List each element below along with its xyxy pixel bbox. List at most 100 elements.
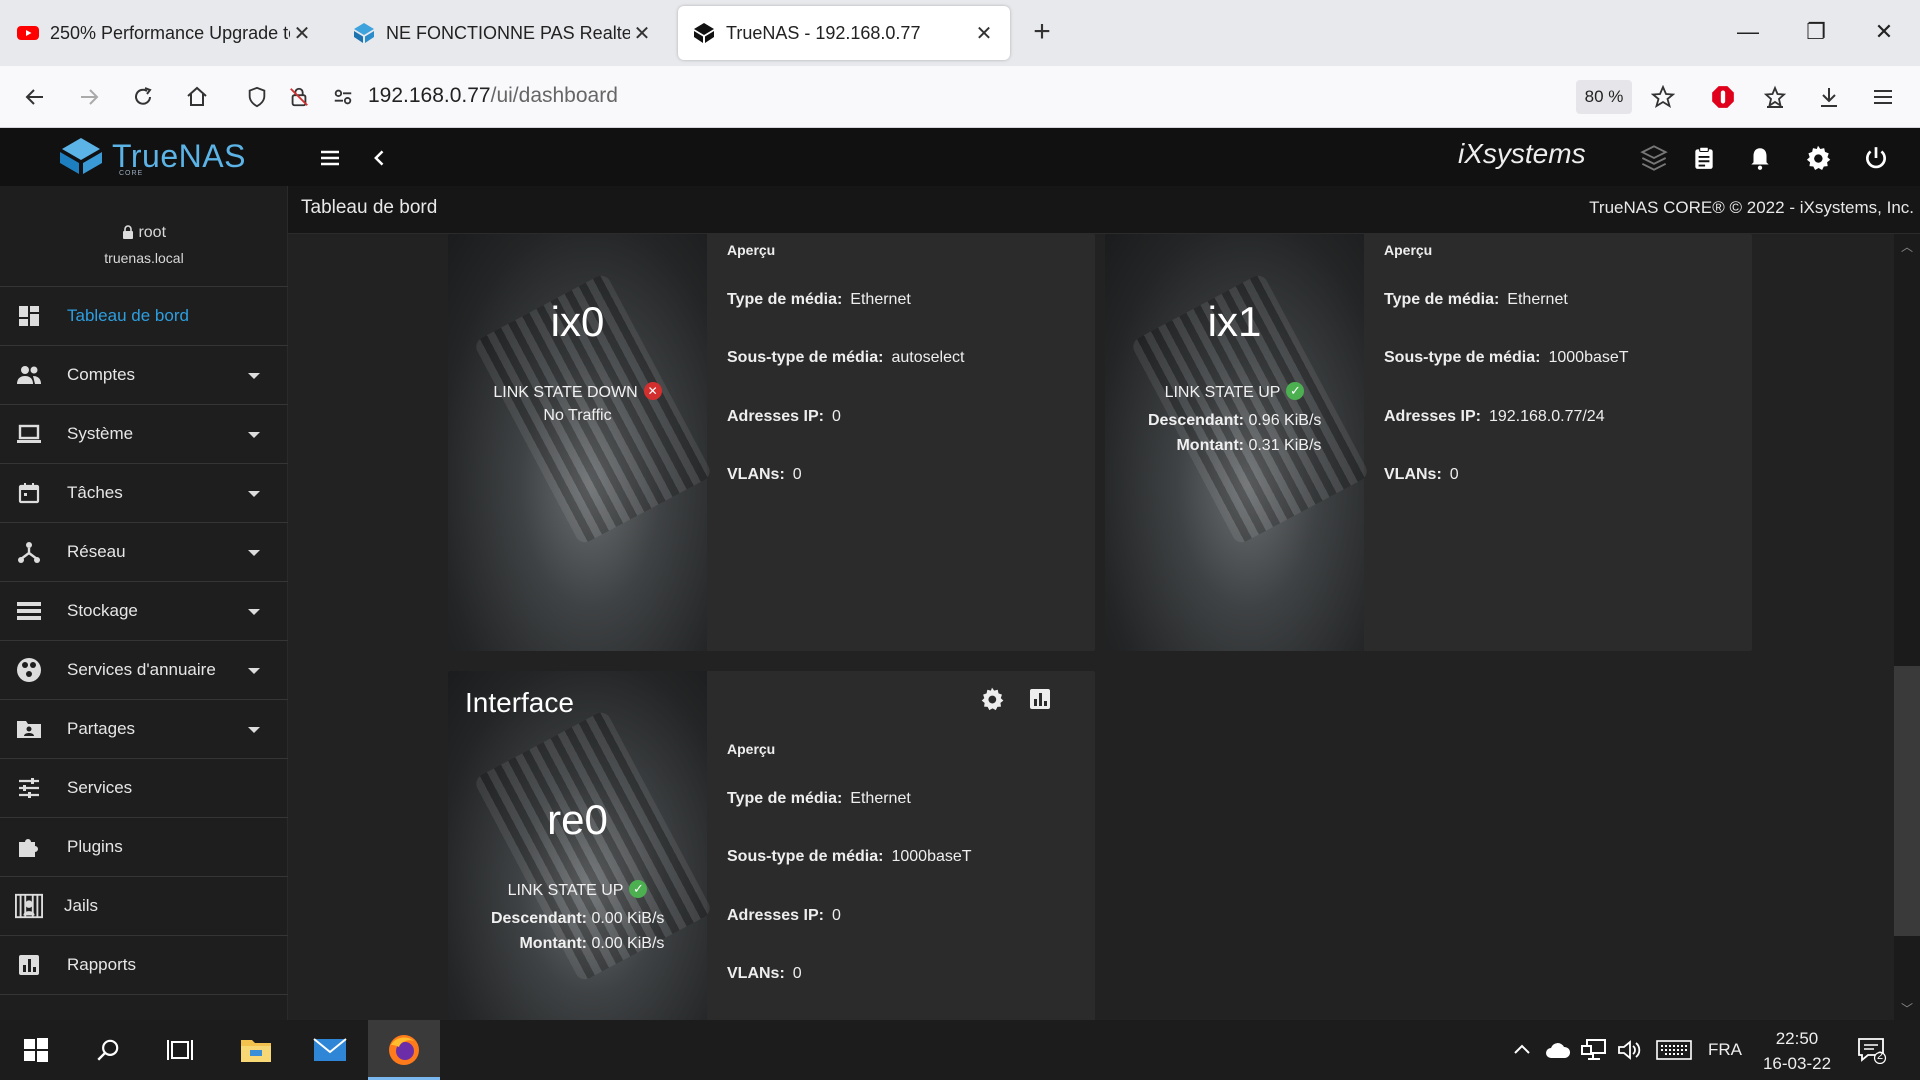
onedrive-cloud-icon[interactable]	[1538, 1030, 1578, 1070]
browser-menu-icon[interactable]	[1866, 80, 1900, 114]
sidebar-item-reports[interactable]: Rapports	[0, 936, 288, 995]
input-language[interactable]: FRA	[1708, 1040, 1742, 1060]
media-type-value: Ethernet	[1507, 291, 1568, 308]
ixsystems-logo[interactable]: iXsystems	[1458, 138, 1586, 170]
interface-reports-chart-icon[interactable]	[1026, 685, 1054, 713]
browser-tab-truenas[interactable]: TrueNAS - 192.168.0.77 ✕	[678, 6, 1010, 60]
system-clock[interactable]: 22:50 16-03-22	[1760, 1026, 1834, 1076]
sidebar-item-jails[interactable]: Jails	[0, 877, 288, 936]
media-subtype-row: Sous-type de média: autoselect	[727, 349, 964, 367]
forward-button[interactable]	[72, 80, 106, 114]
network-icon	[15, 538, 43, 566]
firefox-icon[interactable]	[384, 1030, 424, 1070]
close-tab-icon[interactable]: ✕	[290, 21, 314, 46]
ip-addresses-value: 0	[831, 408, 841, 425]
media-subtype-label: Sous-type de média:	[727, 848, 884, 865]
down-rate-row: Descendant: 0.00 KiB/s	[448, 910, 707, 928]
tasks-clipboard-icon[interactable]	[1688, 142, 1720, 174]
restore-button[interactable]: ❐	[1796, 14, 1836, 50]
task-view-icon[interactable]	[160, 1030, 200, 1070]
sidebar-item-label: Stockage	[67, 601, 138, 620]
windows-start-icon[interactable]	[16, 1030, 56, 1070]
search-icon[interactable]	[88, 1030, 128, 1070]
network-status-icon[interactable]	[1574, 1030, 1614, 1070]
chevron-down-icon	[248, 609, 260, 615]
zoom-level[interactable]: 80 %	[1576, 80, 1632, 114]
up-rate-value: 0.00 KiB/s	[591, 935, 665, 952]
back-button[interactable]	[18, 80, 52, 114]
download-icon[interactable]	[1812, 80, 1846, 114]
volume-icon[interactable]	[1610, 1030, 1650, 1070]
truenas-logo-icon[interactable]	[58, 136, 104, 176]
vlans-value: 0	[792, 965, 802, 982]
media-type-value: Ethernet	[850, 291, 911, 308]
bookmark-star-icon[interactable]	[1646, 80, 1680, 114]
chevron-down-icon	[248, 491, 260, 497]
minimize-button[interactable]: —	[1728, 14, 1768, 50]
collapse-sidebar-icon[interactable]	[364, 142, 396, 174]
chevron-down-icon	[248, 668, 260, 674]
clock-date: 16-03-22	[1762, 1054, 1832, 1073]
power-icon[interactable]	[1860, 142, 1892, 174]
truecommand-icon[interactable]	[1638, 142, 1670, 174]
bookmarks-icon[interactable]	[1758, 80, 1792, 114]
sidebar-item-network[interactable]: Réseau	[0, 523, 288, 582]
insecure-lock-icon[interactable]	[282, 80, 316, 114]
accounts-icon	[15, 361, 43, 389]
reload-icon[interactable]	[126, 80, 160, 114]
url-path: /ui/dashboard	[490, 84, 618, 107]
ip-addresses-row: Adresses IP: 0	[727, 408, 841, 426]
tray-overflow-chevron-icon[interactable]	[1502, 1030, 1542, 1070]
sidebar: root truenas.local Tableau de bord Compt…	[0, 186, 288, 1020]
sidebar-item-services[interactable]: Services	[0, 759, 288, 818]
browser-tab-youtube[interactable]: 250% Performance Upgrade to ✕	[2, 6, 328, 60]
sidebar-item-dashboard[interactable]: Tableau de bord	[0, 287, 288, 346]
settings-gear-icon[interactable]	[1802, 142, 1834, 174]
sidebar-item-storage[interactable]: Stockage	[0, 582, 288, 641]
app-header	[0, 128, 1920, 186]
ip-addresses-row: Adresses IP: 192.168.0.77/24	[1384, 408, 1605, 426]
sidebar-item-system[interactable]: Système	[0, 405, 288, 464]
sidebar-item-directory-services[interactable]: Services d'annuaire	[0, 641, 288, 700]
adblock-icon[interactable]	[1706, 80, 1740, 114]
new-tab-button[interactable]: +	[1028, 14, 1056, 52]
close-tab-icon[interactable]: ✕	[972, 21, 996, 46]
shield-icon[interactable]	[240, 80, 274, 114]
address-bar[interactable]: 192.168.0.77/ui/dashboard	[368, 84, 618, 108]
sidebar-item-accounts[interactable]: Comptes	[0, 346, 288, 405]
sidebar-item-label: Jails	[64, 896, 99, 915]
sidebar-item-plugins[interactable]: Plugins	[0, 818, 288, 877]
permissions-icon[interactable]	[326, 80, 360, 114]
file-explorer-icon[interactable]	[236, 1030, 276, 1070]
sidebar-item-shares[interactable]: Partages	[0, 700, 288, 759]
ip-addresses-value: 192.168.0.77/24	[1488, 408, 1605, 425]
card-title: Interface	[465, 687, 574, 718]
sliders-icon	[15, 774, 43, 802]
notifications-bell-icon[interactable]	[1744, 142, 1776, 174]
mail-icon[interactable]	[310, 1030, 350, 1070]
sidebar-item-tasks[interactable]: Tâches	[0, 464, 288, 523]
ip-addresses-value: 0	[831, 907, 841, 924]
home-icon[interactable]	[180, 80, 214, 114]
keyboard-icon[interactable]	[1652, 1030, 1696, 1070]
interface-settings-gear-icon[interactable]	[978, 685, 1006, 713]
media-type-label: Type de média:	[1384, 291, 1500, 308]
action-center-icon[interactable]: 2	[1852, 1030, 1892, 1070]
scroll-down-arrow[interactable]: ﹀	[1899, 1000, 1915, 1017]
media-subtype-row: Sous-type de média: 1000baseT	[727, 848, 972, 866]
scroll-up-arrow[interactable]: ︿	[1899, 238, 1915, 255]
down-rate-value: 0.00 KiB/s	[591, 910, 665, 927]
truenas-icon	[352, 21, 376, 45]
up-rate-label: Montant:	[519, 935, 587, 952]
shares-icon	[15, 715, 43, 743]
traffic-status: No Traffic	[543, 407, 612, 424]
close-tab-icon[interactable]: ✕	[630, 21, 654, 46]
dashboard-icon	[15, 302, 43, 330]
ip-addresses-row: Adresses IP: 0	[727, 907, 841, 925]
hamburger-menu-icon[interactable]	[314, 142, 346, 174]
scrollbar-thumb[interactable]	[1894, 666, 1920, 936]
browser-tab-realtek[interactable]: NE FONCTIONNE PAS Realtek R ✕	[338, 6, 668, 60]
url-host: 192.168.0.77	[368, 84, 491, 107]
notification-count: 2	[1876, 1050, 1884, 1062]
close-window-button[interactable]: ✕	[1864, 14, 1904, 50]
